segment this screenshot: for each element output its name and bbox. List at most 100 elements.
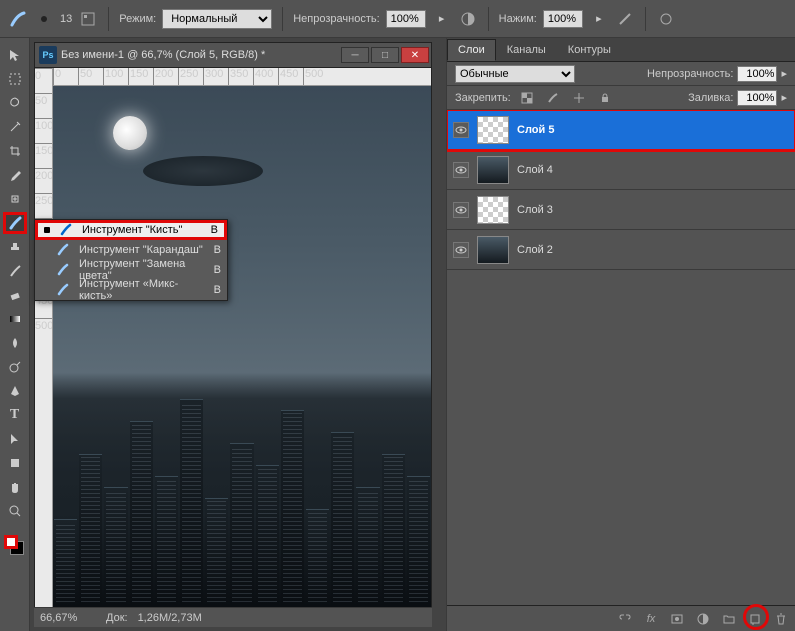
shape-tool[interactable] <box>3 452 27 474</box>
brush-tool-flyout: Инструмент "Кисть"BИнструмент "Карандаш"… <box>34 219 228 301</box>
ruler-horizontal[interactable]: 050100150200250300350400450500 <box>53 68 431 86</box>
marquee-tool[interactable] <box>3 68 27 90</box>
type-tool[interactable]: T <box>3 404 27 426</box>
lock-transparency-icon[interactable] <box>517 88 537 108</box>
eyedropper-tool[interactable] <box>3 164 27 186</box>
panel-tab[interactable]: Контуры <box>557 39 622 61</box>
canvas-content-city <box>53 388 431 607</box>
panel-tab[interactable]: Слои <box>447 39 496 61</box>
layer-opacity-input[interactable] <box>737 66 777 82</box>
layer-name: Слой 4 <box>517 164 553 176</box>
lock-position-icon[interactable] <box>569 88 589 108</box>
opacity-input[interactable] <box>386 10 426 28</box>
stamp-tool[interactable] <box>3 236 27 258</box>
flow-input[interactable] <box>543 10 583 28</box>
dodge-tool[interactable] <box>3 356 27 378</box>
blend-mode-select[interactable]: Нормальный <box>162 9 272 29</box>
status-bar: 66,67% Док: 1,26M/2,73M <box>34 607 432 627</box>
layer-row[interactable]: Слой 2 <box>447 230 795 270</box>
brush-panel-toggle-icon[interactable] <box>78 9 98 29</box>
visibility-toggle-icon[interactable] <box>453 242 469 258</box>
layers-footer: fx <box>447 605 795 631</box>
close-button[interactable]: ✕ <box>401 47 429 63</box>
ps-icon: Ps <box>39 46 57 64</box>
visibility-toggle-icon[interactable] <box>453 122 469 138</box>
tools-panel: T <box>0 38 30 631</box>
brush-flyout-item[interactable]: Инструмент "Карандаш"B <box>35 240 227 260</box>
link-layers-icon[interactable] <box>617 611 633 627</box>
crop-tool[interactable] <box>3 140 27 162</box>
fill-input[interactable] <box>737 90 777 106</box>
canvas[interactable] <box>53 86 431 607</box>
doc-size-label: Док: <box>106 612 128 624</box>
brush-flyout-item[interactable]: Инструмент «Микс-кисть»B <box>35 280 227 300</box>
tablet-opacity-icon[interactable] <box>458 9 478 29</box>
document-title: Без имени-1 @ 66,7% (Слой 5, RGB/8) * <box>61 49 341 61</box>
zoom-tool[interactable] <box>3 500 27 522</box>
dropdown-icon[interactable]: ▸ <box>781 91 787 104</box>
opacity-label: Непрозрачность: <box>293 13 379 25</box>
layer-fx-icon[interactable]: fx <box>643 611 659 627</box>
lasso-tool[interactable] <box>3 92 27 114</box>
fill-label: Заливка: <box>688 92 733 104</box>
healing-tool[interactable] <box>3 188 27 210</box>
delete-layer-icon[interactable] <box>773 611 789 627</box>
gradient-tool[interactable] <box>3 308 27 330</box>
canvas-wrapper: 050100150200250300350400450500 050100150… <box>34 68 432 608</box>
move-tool[interactable] <box>3 44 27 66</box>
minimize-button[interactable]: ─ <box>341 47 369 63</box>
lock-all-icon[interactable] <box>595 88 615 108</box>
brush-size-dot-icon[interactable] <box>34 9 54 29</box>
opacity-flyout-icon[interactable]: ▸ <box>432 9 452 29</box>
ruler-vertical[interactable]: 050100150200250300350400450500 <box>35 68 53 607</box>
adjustment-layer-icon[interactable] <box>695 611 711 627</box>
visibility-toggle-icon[interactable] <box>453 202 469 218</box>
eraser-tool[interactable] <box>3 284 27 306</box>
flow-label: Нажим: <box>499 13 537 25</box>
layer-row[interactable]: Слой 4 <box>447 150 795 190</box>
canvas-content-moon <box>113 116 147 150</box>
brush-flyout-item[interactable]: Инструмент "Кисть"B <box>35 220 227 240</box>
layer-row[interactable]: Слой 3 <box>447 190 795 230</box>
history-brush-tool[interactable] <box>3 260 27 282</box>
hand-tool[interactable] <box>3 476 27 498</box>
visibility-toggle-icon[interactable] <box>453 162 469 178</box>
brush-flyout-item[interactable]: Инструмент "Замена цвета"B <box>35 260 227 280</box>
layer-thumbnail <box>477 236 509 264</box>
highlight-new-layer <box>743 604 769 630</box>
lock-label: Закрепить: <box>455 92 511 104</box>
panel-tab[interactable]: Каналы <box>496 39 557 61</box>
flow-flyout-icon[interactable]: ▸ <box>589 9 609 29</box>
layer-blend-select[interactable]: Обычные <box>455 65 575 83</box>
wand-tool[interactable] <box>3 116 27 138</box>
group-icon[interactable] <box>721 611 737 627</box>
tablet-size-icon[interactable] <box>656 9 676 29</box>
layers-list: Слой 5 Слой 4 Слой 3 Слой 2 <box>447 110 795 605</box>
maximize-button[interactable]: □ <box>371 47 399 63</box>
layers-panel: СлоиКаналыКонтуры Обычные Непрозрачность… <box>446 38 795 631</box>
brush-size-value: 13 <box>60 13 72 25</box>
brush-tool[interactable] <box>3 212 27 234</box>
dropdown-icon[interactable]: ▸ <box>781 67 787 80</box>
layer-name: Слой 2 <box>517 244 553 256</box>
document-titlebar[interactable]: Ps Без имени-1 @ 66,7% (Слой 5, RGB/8) *… <box>34 42 432 68</box>
zoom-level[interactable]: 66,67% <box>40 612 96 624</box>
layer-opacity-label: Непрозрачность: <box>647 68 733 80</box>
layer-name: Слой 5 <box>517 124 554 136</box>
airbrush-icon[interactable] <box>615 9 635 29</box>
blur-tool[interactable] <box>3 332 27 354</box>
lock-paint-icon[interactable] <box>543 88 563 108</box>
layer-mask-icon[interactable] <box>669 611 685 627</box>
document-area: Ps Без имени-1 @ 66,7% (Слой 5, RGB/8) *… <box>30 38 446 631</box>
pen-tool[interactable] <box>3 380 27 402</box>
path-select-tool[interactable] <box>3 428 27 450</box>
layer-thumbnail <box>477 116 509 144</box>
color-swatch-fg[interactable] <box>3 534 27 562</box>
layer-thumbnail <box>477 156 509 184</box>
panel-tabs: СлоиКаналыКонтуры <box>447 38 795 62</box>
layer-row[interactable]: Слой 5 <box>447 110 795 150</box>
brush-preview-icon[interactable] <box>8 9 28 29</box>
doc-size-value: 1,26M/2,73M <box>138 612 202 624</box>
layer-thumbnail <box>477 196 509 224</box>
options-bar: 13 Режим: Нормальный Непрозрачность: ▸ Н… <box>0 0 795 38</box>
